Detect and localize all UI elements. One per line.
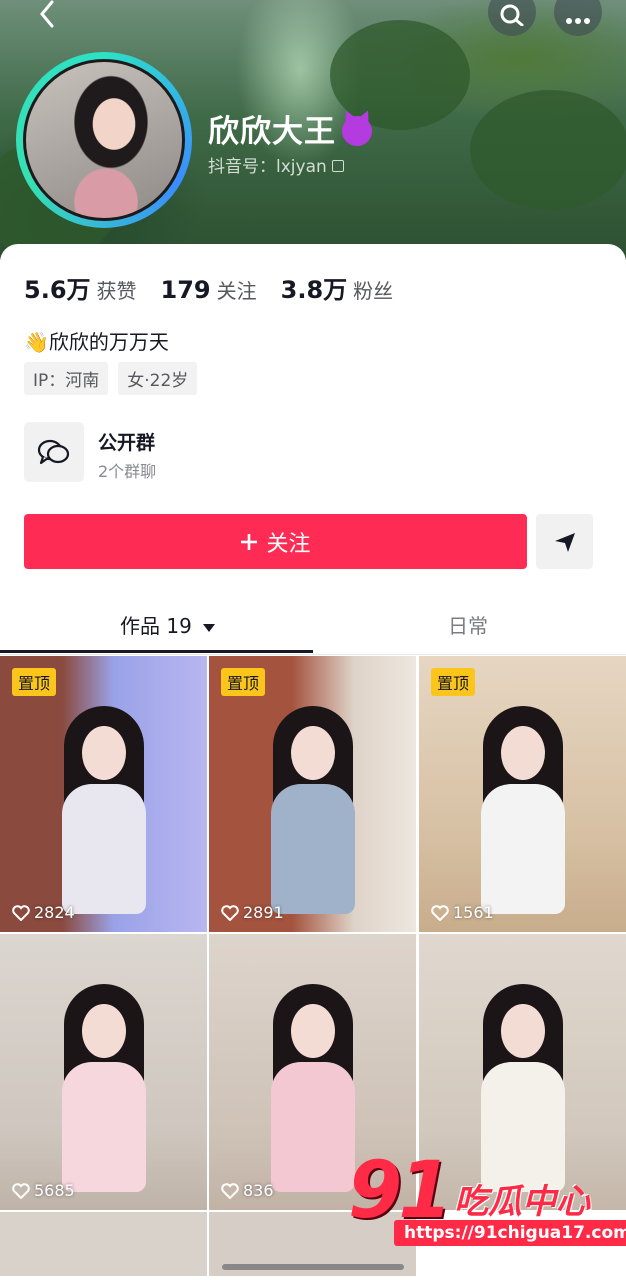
profile-stats: 5.6万 获赞 179 关注 3.8万 粉丝 bbox=[24, 270, 393, 305]
video-thumbnail[interactable]: 置顶 1561 bbox=[419, 656, 626, 932]
like-count: 2891 bbox=[221, 903, 284, 922]
heart-icon bbox=[221, 904, 239, 921]
video-thumbnail[interactable]: 置顶 2824 bbox=[0, 656, 207, 932]
like-count-value: 836 bbox=[243, 1181, 274, 1200]
video-thumbnail[interactable]: 置顶 2891 bbox=[209, 656, 416, 932]
group-chat-icon bbox=[24, 422, 84, 482]
group-title: 公开群 bbox=[98, 432, 156, 454]
devil-emoji-icon bbox=[342, 115, 372, 146]
douyin-id[interactable]: 抖音号：lxjyan bbox=[208, 152, 344, 177]
heart-icon bbox=[12, 1182, 30, 1199]
group-subtitle: 2个群聊 bbox=[98, 462, 157, 481]
public-group-entry[interactable]: 公开群 2个群聊 bbox=[24, 422, 424, 484]
like-count-value: 2891 bbox=[243, 903, 284, 922]
heart-icon bbox=[431, 904, 449, 921]
like-count: 836 bbox=[221, 1181, 274, 1200]
like-count: 1561 bbox=[431, 903, 494, 922]
heart-icon bbox=[12, 904, 30, 921]
stat-followers[interactable]: 3.8万 粉丝 bbox=[281, 270, 394, 305]
avatar bbox=[23, 59, 185, 221]
tab-works-label: 作品 19 bbox=[120, 614, 192, 638]
like-count: 5685 bbox=[12, 1181, 75, 1200]
thumbnail-figure bbox=[62, 784, 146, 914]
nickname-text: 欣欣大王 bbox=[208, 114, 336, 150]
follow-button[interactable]: 关注 bbox=[24, 514, 527, 569]
video-thumbnail[interactable]: 5685 bbox=[0, 934, 207, 1210]
thumbnail-figure bbox=[62, 1062, 146, 1192]
video-thumbnail[interactable] bbox=[0, 1212, 207, 1276]
tab-daily[interactable]: 日常 bbox=[448, 610, 488, 639]
watermark-url: https://91chigua17.com bbox=[394, 1220, 626, 1246]
like-count-value: 1561 bbox=[453, 903, 494, 922]
stat-label: 粉丝 bbox=[353, 279, 394, 303]
caret-down-icon bbox=[203, 624, 216, 632]
pinned-badge: 置顶 bbox=[431, 668, 476, 696]
tab-works[interactable]: 作品 19 bbox=[120, 610, 216, 639]
like-count: 2824 bbox=[12, 903, 75, 922]
watermark-logo-text: 吃瓜中心 bbox=[454, 1182, 590, 1222]
stat-value: 179 bbox=[160, 276, 211, 304]
profile-nickname: 欣欣大王 bbox=[208, 106, 372, 151]
search-icon bbox=[500, 4, 524, 26]
cover-foliage bbox=[470, 90, 626, 210]
follow-label: 关注 bbox=[266, 531, 311, 557]
thumbnail-figure bbox=[501, 726, 545, 780]
like-count-value: 5685 bbox=[34, 1181, 75, 1200]
douyin-id-value: lxjyan bbox=[276, 157, 327, 177]
thumbnail-figure bbox=[481, 784, 565, 914]
thumbnail-figure bbox=[291, 1004, 335, 1058]
copy-icon[interactable] bbox=[331, 160, 344, 172]
active-tab-indicator bbox=[0, 650, 313, 653]
pinned-badge: 置顶 bbox=[221, 668, 266, 696]
stat-label: 关注 bbox=[216, 279, 257, 303]
site-watermark: 91 吃瓜中心 https://91chigua17.com bbox=[348, 1146, 626, 1254]
profile-tags: IP：河南 女·22岁 bbox=[24, 362, 198, 395]
thumbnail-figure bbox=[291, 726, 335, 780]
stat-following[interactable]: 179 关注 bbox=[161, 275, 257, 304]
thumbnail-figure bbox=[271, 784, 355, 914]
back-button[interactable] bbox=[32, 0, 62, 30]
content-tabs: 作品 19 日常 bbox=[0, 600, 626, 655]
avatar-ring[interactable] bbox=[16, 52, 192, 228]
chevron-left-icon bbox=[40, 0, 54, 28]
thumbnail-figure bbox=[271, 1062, 355, 1192]
profile-bio: 👋欣欣的万万天 bbox=[24, 330, 169, 354]
more-dots-icon bbox=[566, 18, 590, 24]
stat-value: 3.8万 bbox=[280, 276, 348, 304]
douyin-id-label: 抖音号： bbox=[208, 157, 276, 177]
like-count-value: 2824 bbox=[34, 903, 75, 922]
gender-age-tag: 女·22岁 bbox=[118, 362, 198, 395]
pinned-badge: 置顶 bbox=[12, 668, 57, 696]
thumbnail-figure bbox=[82, 726, 126, 780]
thumbnail-figure bbox=[501, 1004, 545, 1058]
thumbnail-figure bbox=[82, 1004, 126, 1058]
stat-likes[interactable]: 5.6万 获赞 bbox=[24, 270, 137, 305]
send-message-button[interactable] bbox=[536, 514, 593, 569]
home-indicator[interactable] bbox=[222, 1264, 404, 1270]
plus-icon bbox=[241, 533, 258, 550]
stat-label: 获赞 bbox=[96, 279, 137, 303]
stat-value: 5.6万 bbox=[24, 276, 91, 304]
ip-location-tag: IP：河南 bbox=[24, 362, 109, 395]
paper-plane-icon bbox=[554, 532, 575, 552]
heart-icon bbox=[221, 1182, 239, 1199]
